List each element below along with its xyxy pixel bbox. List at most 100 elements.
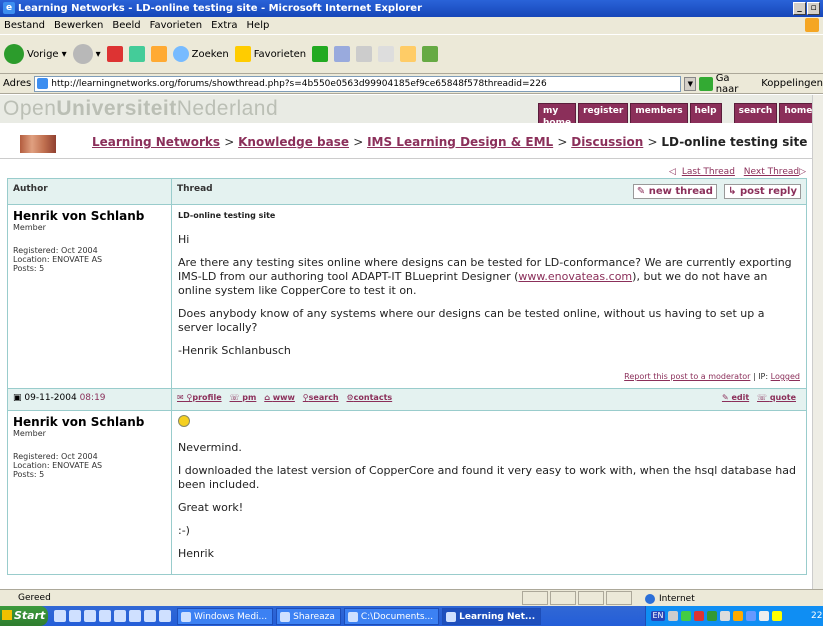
post-reply-button[interactable]: ↳ post reply — [724, 184, 801, 199]
post-author: Henrik von Schlanb Member Registered: Oc… — [7, 204, 172, 389]
enovate-link[interactable]: www.enovateas.com — [518, 270, 632, 283]
post-time: 08:19 — [79, 393, 106, 403]
new-thread-button[interactable]: ✎ new thread — [632, 184, 717, 199]
menu-item-bewerken[interactable]: Bewerken — [54, 17, 103, 34]
tray-icon[interactable] — [707, 611, 717, 621]
shareaza-icon — [280, 611, 291, 622]
quote-button[interactable]: ☏ quote — [757, 393, 796, 402]
author-rank: Member — [13, 429, 46, 438]
tray-icon[interactable] — [733, 611, 743, 621]
menu-item-extra[interactable]: Extra — [211, 17, 237, 34]
profile-button[interactable]: ✉ ⚲profile — [177, 393, 222, 402]
tray-icon[interactable] — [681, 611, 691, 621]
ie-icon — [446, 611, 457, 622]
post-icon: ▣ — [13, 393, 22, 403]
site-logo[interactable]: OpenUniversiteitNederland — [3, 97, 278, 121]
report-post-link[interactable]: Report this post to a moderator — [624, 372, 750, 381]
www-button[interactable]: ⌂ www — [264, 393, 295, 402]
quicklaunch-icon[interactable] — [99, 610, 111, 622]
task-shareaza[interactable]: Shareaza — [276, 607, 341, 625]
go-button[interactable]: Ga naar — [716, 73, 755, 95]
author-name[interactable]: Henrik von Schlanb — [13, 415, 166, 429]
forward-button[interactable]: ▾ — [72, 44, 101, 64]
edit-button[interactable]: ✎ edit — [722, 393, 749, 402]
language-indicator[interactable]: EN — [651, 611, 665, 621]
tray-icon[interactable] — [720, 611, 730, 621]
folder-icon[interactable] — [400, 46, 417, 62]
quicklaunch-icon[interactable] — [144, 610, 156, 622]
thread-table: Author Thread ✎ new thread ↳ post reply … — [7, 178, 807, 575]
breadcrumb: Learning Networks > Knowledge base > IMS… — [0, 123, 812, 159]
quicklaunch-icon[interactable] — [129, 610, 141, 622]
post-meta-row: ▣ 09-11-2004 08:19 ✉ ⚲profile ☏ pm ⌂ www… — [7, 388, 807, 411]
quicklaunch-icon[interactable] — [84, 610, 96, 622]
thread-column-header: Thread — [177, 184, 213, 194]
next-thread-link[interactable]: Next Thread — [744, 167, 799, 177]
menu-item-bestand[interactable]: Bestand — [4, 17, 45, 34]
tray-icon[interactable] — [746, 611, 756, 621]
breadcrumb-ims-learning-design[interactable]: IMS Learning Design & EML — [367, 135, 553, 149]
window-title: Learning Networks - LD-online testing si… — [18, 3, 423, 14]
maximize-button[interactable]: ▫ — [807, 2, 820, 15]
refresh-icon[interactable] — [128, 46, 145, 62]
search-icon — [172, 46, 189, 62]
author-name[interactable]: Henrik von Schlanb — [13, 209, 166, 223]
security-zone: Internet — [645, 591, 695, 607]
author-registered: Registered: Oct 2004 — [13, 246, 98, 255]
pm-button[interactable]: ☏ pm — [230, 393, 257, 402]
post-subject: LD-online testing site — [178, 211, 276, 220]
task-learning-networks[interactable]: Learning Net... — [442, 607, 542, 625]
ip-logged-link[interactable]: Logged — [771, 372, 800, 381]
print-icon[interactable] — [356, 46, 373, 62]
quicklaunch-icon[interactable] — [54, 610, 66, 622]
search-user-button[interactable]: ⚲search — [303, 393, 339, 402]
post-body: LD-online testing site Hi Are there any … — [171, 204, 807, 389]
thread-navigation: ◁ Last Thread Next Thread▷ — [668, 167, 806, 177]
system-tray: EN 22:0 — [645, 606, 823, 626]
breadcrumb-discussion[interactable]: Discussion — [571, 135, 643, 149]
windows-flag-icon — [805, 18, 819, 32]
vertical-scrollbar[interactable] — [812, 95, 823, 589]
tray-icon[interactable] — [668, 611, 678, 621]
back-button[interactable]: Vorige ▾ — [4, 44, 67, 64]
contacts-button[interactable]: ⚙contacts — [347, 393, 393, 402]
menu-item-help[interactable]: Help — [247, 17, 270, 34]
messenger-icon[interactable] — [422, 46, 439, 62]
author-column-header: Author — [7, 178, 172, 205]
back-arrow-icon — [4, 44, 24, 64]
address-input[interactable]: http://learningnetworks.org/forums/showt… — [34, 75, 682, 92]
quicklaunch-icon[interactable] — [114, 610, 126, 622]
stop-icon[interactable] — [106, 46, 123, 62]
search-button[interactable]: Zoeken — [172, 46, 229, 62]
site-header: OpenUniversiteitNederland my home regist… — [0, 95, 812, 131]
favorites-button[interactable]: Favorieten — [234, 46, 306, 62]
edit-icon[interactable] — [378, 46, 395, 62]
quicklaunch-icon[interactable] — [159, 610, 171, 622]
quicklaunch-icon[interactable] — [69, 610, 81, 622]
task-windows-media[interactable]: Windows Medi... — [177, 607, 274, 625]
address-dropdown[interactable]: ▼ — [684, 76, 697, 91]
menu-item-beeld[interactable]: Beeld — [112, 17, 140, 34]
forward-arrow-icon — [72, 44, 93, 64]
address-label: Adres — [3, 78, 32, 89]
home-icon[interactable] — [150, 46, 167, 62]
links-button[interactable]: Koppelingen — [761, 78, 823, 89]
mail-icon[interactable] — [334, 46, 351, 62]
breadcrumb-knowledge-base[interactable]: Knowledge base — [238, 135, 349, 149]
tray-icon[interactable] — [772, 611, 782, 621]
menu-item-favorieten[interactable]: Favorieten — [150, 17, 202, 34]
history-icon[interactable] — [312, 46, 329, 62]
task-documents[interactable]: C:\Documents... — [343, 607, 440, 625]
start-button[interactable]: Start — [0, 606, 48, 626]
author-posts: Posts: 5 — [13, 264, 45, 273]
go-icon[interactable] — [699, 76, 713, 91]
post-date: 09-11-2004 — [24, 393, 77, 403]
last-thread-link[interactable]: Last Thread — [682, 167, 735, 177]
tray-icon[interactable] — [759, 611, 769, 621]
status-text: Gereed — [18, 593, 51, 603]
post-row: Henrik von Schlanb Member Registered: Oc… — [7, 204, 807, 389]
minimize-button[interactable]: _ — [793, 2, 806, 15]
table-header: Author Thread ✎ new thread ↳ post reply — [7, 178, 807, 205]
breadcrumb-learning-networks[interactable]: Learning Networks — [92, 135, 220, 149]
tray-icon[interactable] — [694, 611, 704, 621]
